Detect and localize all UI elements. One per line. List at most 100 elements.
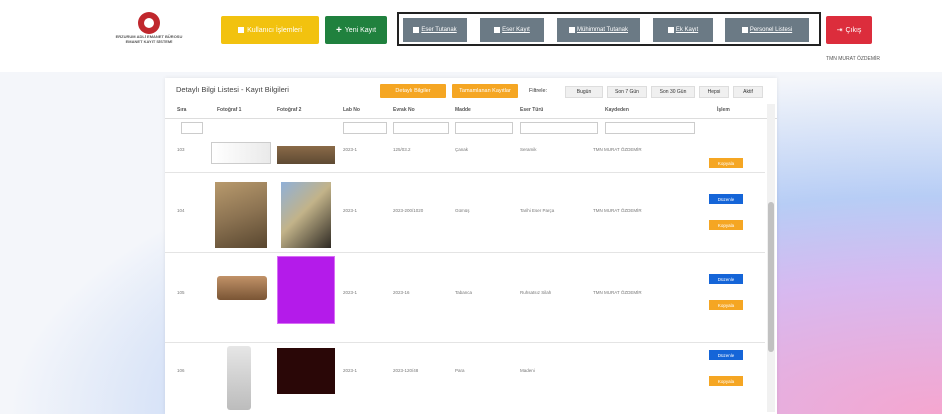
photo-thumbnail[interactable] — [227, 346, 251, 410]
copy-button[interactable]: Kopyala — [709, 158, 743, 168]
col-islem: İşlem — [717, 107, 730, 113]
filter-input-kaydeden[interactable] — [605, 122, 695, 134]
logo-line-2: EMANET KAYIT SİSTEMİ — [125, 39, 173, 44]
panel-title: Detaylı Bilgi Listesi - Kayıt Bilgileri — [176, 85, 289, 94]
table-row: 104 2023-1 2023-200/1020 Gümüş Tarihi Es… — [165, 172, 765, 253]
table-scrollbar[interactable] — [767, 104, 775, 412]
document-icon — [494, 27, 501, 33]
table-row: 103 2023-1 125/03.2 Çanak Seramik TMN MU… — [165, 136, 765, 173]
filter-active[interactable]: Aktif — [733, 86, 763, 98]
filter-input-evrak[interactable] — [393, 122, 449, 134]
cell-lab: 2023-1 — [343, 208, 358, 213]
document-icon — [568, 27, 575, 33]
completed-button[interactable]: Tamamlanan Kayıtlar — [452, 84, 518, 98]
cell-madde: Çanak — [455, 147, 469, 152]
cell-kaydeden: TMN MURAT ÖZDEMİR — [593, 290, 642, 295]
cell-tur: Seramik — [520, 147, 537, 152]
cell-madde: Tabanca — [455, 290, 473, 295]
cell-evrak: 2023-120/48 — [393, 368, 419, 373]
logout-button[interactable]: ⇥ Çıkış — [826, 16, 872, 44]
user-name: TMN MURAT ÖZDEMİR — [826, 56, 880, 62]
module-label-5: Personel Listesi — [749, 27, 793, 33]
module-button-4[interactable]: Ek Kayıt — [653, 18, 713, 42]
photo-thumbnail[interactable] — [211, 142, 271, 164]
emblem-icon — [138, 12, 160, 34]
cell-kaydeden: TMN MURAT ÖZDEMİR — [593, 147, 642, 152]
photo-thumbnail[interactable] — [215, 182, 267, 248]
cell-lab: 2023-1 — [343, 368, 358, 373]
cell-tur: Tarihi Eser Parça — [520, 208, 555, 213]
col-evrak: Evrak No — [393, 107, 415, 113]
records-panel: Detaylı Bilgi Listesi - Kayıt Bilgileri … — [165, 78, 777, 414]
cell-kaydeden: TMN MURAT ÖZDEMİR — [593, 208, 642, 213]
col-no: Sıra — [177, 107, 187, 113]
filter-input-tur[interactable] — [520, 122, 598, 134]
cell-lab: 2023-1 — [343, 147, 358, 152]
table-header: Sıra Fotoğraf 1 Fotoğraf 2 Lab No Evrak … — [165, 104, 777, 119]
module-label-2: Eser Kayıt — [502, 27, 530, 33]
col-photo-2: Fotoğraf 2 — [277, 107, 302, 113]
cell-no: 104 — [177, 208, 185, 213]
user-icon — [238, 27, 245, 33]
details-button[interactable]: Detaylı Bilgiler — [380, 84, 446, 98]
photo-thumbnail[interactable] — [277, 146, 335, 164]
cell-evrak: 125/03.2 — [393, 147, 411, 152]
primary-button[interactable]: Kullanıcı İşlemleri — [221, 16, 319, 44]
scrollbar-thumb[interactable] — [768, 202, 774, 352]
photo-thumbnail[interactable] — [217, 276, 267, 300]
edit-button[interactable]: Düzenle — [709, 194, 743, 204]
col-lab: Lab No — [343, 107, 360, 113]
logo: ERZURUM ADLİ EMANET BÜROSU EMANET KAYIT … — [100, 12, 198, 54]
module-button-2[interactable]: Eser Kayıt — [480, 18, 544, 42]
copy-button[interactable]: Kopyala — [709, 220, 743, 230]
cell-madde: Gümüş — [455, 208, 470, 213]
filter-input-no[interactable] — [181, 122, 203, 134]
module-label-3: Mühimmat Tutanak — [576, 27, 629, 33]
cell-tur: Madeni — [520, 368, 535, 373]
module-label-1: Eser Tutanak — [421, 27, 457, 33]
cell-evrak: 2023-16 — [393, 290, 410, 295]
table-row: 105 2023-1 2023-16 Tabanca Ruhsatsız Sil… — [165, 252, 765, 343]
module-button-5[interactable]: Personel Listesi — [725, 18, 809, 42]
photo-thumbnail[interactable] — [277, 348, 335, 394]
module-group: Eser Tutanak Eser Kayıt Mühimmat Tutanak… — [397, 12, 821, 46]
cell-madde: Para — [455, 368, 465, 373]
photo-thumbnail[interactable] — [281, 182, 331, 248]
filter-input-madde[interactable] — [455, 122, 513, 134]
col-kaydeden: Kaydeden — [605, 107, 629, 113]
module-label-4: Ek Kayıt — [675, 27, 699, 33]
col-madde: Madde — [455, 107, 471, 113]
photo-thumbnail[interactable] — [277, 256, 335, 324]
cell-no: 105 — [177, 290, 185, 295]
edit-button[interactable]: Düzenle — [709, 274, 743, 284]
new-record-label: Yeni Kayıt — [344, 26, 377, 34]
filter-7-days[interactable]: Son 7 Gün — [607, 86, 647, 98]
logout-label: Çıkış — [845, 26, 862, 34]
col-tur: Eser Türü — [520, 107, 544, 113]
cell-no: 103 — [177, 147, 185, 152]
cell-no: 106 — [177, 368, 185, 373]
primary-button-label: Kullanıcı İşlemleri — [247, 26, 302, 34]
plus-icon: + — [335, 24, 342, 36]
table-row: 106 2023-1 2023-120/48 Para Madeni Düzen… — [165, 342, 765, 414]
filter-label: Filtrele: — [529, 88, 548, 94]
copy-button[interactable]: Kopyala — [709, 300, 743, 310]
top-header: ERZURUM ADLİ EMANET BÜROSU EMANET KAYIT … — [0, 0, 942, 73]
copy-button[interactable]: Kopyala — [709, 376, 743, 386]
module-button-1[interactable]: Eser Tutanak — [403, 18, 467, 42]
cell-tur: Ruhsatsız Silah — [520, 290, 552, 295]
new-record-button[interactable]: + Yeni Kayıt — [325, 16, 387, 44]
cell-lab: 2023-1 — [343, 290, 358, 295]
filter-today[interactable]: Bugün — [565, 86, 603, 98]
edit-button[interactable]: Düzenle — [709, 350, 743, 360]
filter-input-lab[interactable] — [343, 122, 387, 134]
col-photo-1: Fotoğraf 1 — [217, 107, 242, 113]
document-icon — [667, 27, 674, 33]
cell-evrak: 2023-200/1020 — [393, 208, 424, 213]
document-icon — [413, 27, 420, 33]
document-icon — [741, 27, 748, 33]
module-button-3[interactable]: Mühimmat Tutanak — [557, 18, 640, 42]
filter-30-days[interactable]: Son 30 Gün — [651, 86, 695, 98]
logout-icon: ⇥ — [836, 27, 843, 34]
filter-all[interactable]: Hepsi — [699, 86, 729, 98]
